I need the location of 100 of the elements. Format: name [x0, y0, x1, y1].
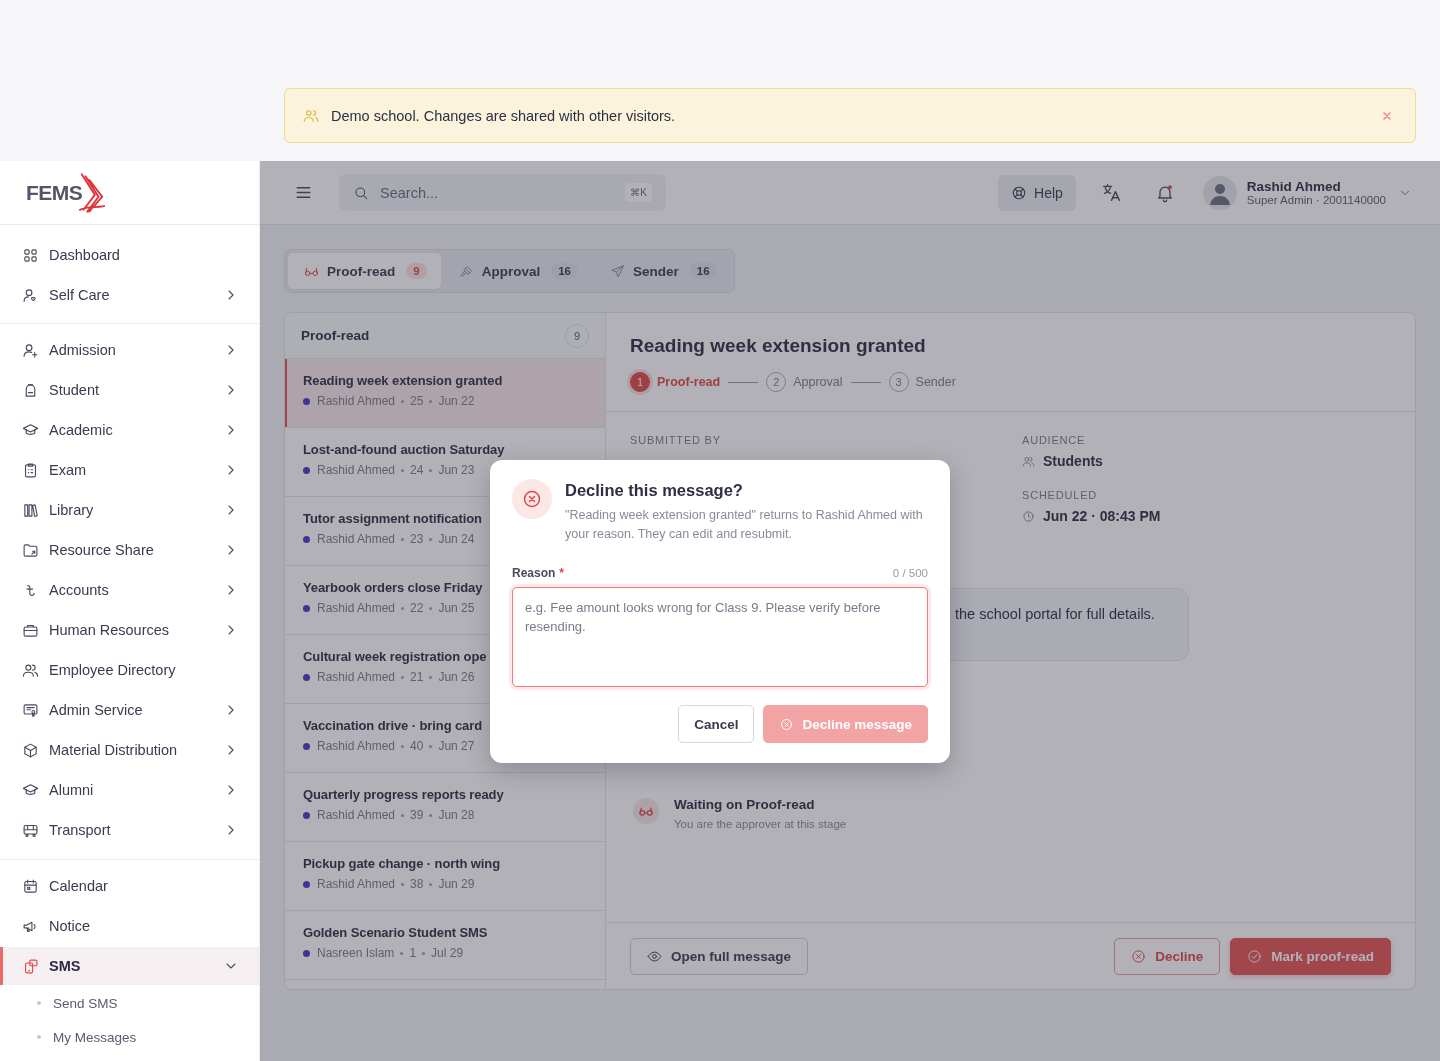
open-message-button[interactable]: Open full message	[630, 937, 809, 975]
check-circle-icon	[1247, 948, 1263, 964]
message-title: Reading week extension granted	[630, 335, 927, 357]
nav-item[interactable]: Admission	[0, 330, 259, 370]
send-icon	[610, 263, 625, 279]
nav-item[interactable]: Material Distribution	[0, 730, 259, 770]
status-dot	[303, 466, 310, 474]
status-dot	[303, 742, 310, 750]
message-title: Cultural week registration ope	[303, 649, 487, 664]
status-dot	[303, 880, 310, 888]
status-dot	[303, 673, 310, 681]
nav-subitem[interactable]: My Messages	[0, 1020, 259, 1054]
nav-item[interactable]: Self Care	[0, 275, 259, 315]
message-author: Rashid Ahmed	[317, 463, 396, 477]
people-icon	[1022, 454, 1035, 468]
books-icon	[22, 501, 39, 519]
shortcut-key: ⌘K	[625, 183, 652, 202]
logo-text: FEMS	[26, 180, 83, 205]
message-title: Yearbook orders close Friday	[303, 580, 483, 595]
help-button[interactable]: Help	[998, 174, 1076, 211]
calendar-icon	[22, 877, 39, 895]
recipient-count: 1	[409, 946, 417, 960]
tab[interactable]: Proof-read 9	[288, 253, 441, 289]
message-date: Jun 22	[438, 394, 475, 408]
folder-icon	[22, 541, 39, 559]
message-date: Jun 23	[438, 463, 475, 477]
message-author: Rashid Ahmed	[317, 394, 396, 408]
message-date: Jun 24	[438, 532, 475, 546]
clock-icon	[1022, 509, 1035, 523]
status-dot	[303, 397, 310, 405]
field-label: SCHEDULED	[1022, 489, 1099, 501]
step-number: 1	[630, 372, 650, 392]
step-label: Proof-read	[657, 375, 721, 389]
message-author: Rashid Ahmed	[317, 670, 396, 684]
nav-item[interactable]: Student	[0, 370, 259, 410]
recipient-count: 38	[410, 877, 424, 891]
audience-value: Students	[1043, 453, 1103, 469]
message-title: Vaccination drive · bring card	[303, 718, 483, 733]
message-row[interactable]: Quarterly progress reports ready Rashid Ahmed 39 Jun 28	[285, 773, 605, 842]
nav-item[interactable]: Notice	[0, 906, 259, 946]
nav-item[interactable]: Calendar	[0, 866, 259, 906]
tab[interactable]: Approval 16	[442, 253, 592, 289]
message-author: Rashid Ahmed	[317, 808, 396, 822]
nav-item[interactable]: Academic	[0, 410, 259, 450]
message-author: Rashid Ahmed	[317, 739, 396, 753]
list-title: Proof-read	[301, 328, 370, 343]
message-date: Jun 25	[438, 601, 475, 615]
field-label: Reason *	[512, 566, 565, 580]
recipient-count: 25	[410, 394, 424, 408]
field-label: AUDIENCE	[1022, 434, 1087, 446]
message-row[interactable]: Golden Scenario Student SMS Nasreen Islam 1 Jul 29	[285, 911, 605, 980]
recipient-count: 23	[410, 532, 424, 546]
nav-item[interactable]: Human Resources	[0, 610, 259, 650]
glasses-icon	[632, 797, 660, 825]
recipient-count: 39	[410, 808, 424, 822]
scheduled-value: Jun 22 · 08:43 PM	[1043, 508, 1161, 524]
message-author: Rashid Ahmed	[317, 877, 396, 891]
banner-text: Demo school. Changes are shared with other visitors.	[331, 107, 677, 124]
message-text: the school portal for full details.	[955, 606, 1155, 622]
recipient-count: 21	[410, 670, 424, 684]
translate-icon[interactable]	[1100, 182, 1122, 203]
message-date: Jul 29	[431, 946, 464, 960]
nav-item[interactable]: Alumni	[0, 770, 259, 810]
gavel-icon	[458, 263, 474, 279]
nav-subitem[interactable]: Send SMS	[0, 986, 259, 1020]
phone-message-icon	[22, 957, 39, 975]
nav-item[interactable]: Dashboard	[0, 235, 259, 275]
status-subtitle: You are the approver at this stage	[674, 818, 847, 830]
avatar[interactable]	[1202, 175, 1237, 210]
nav-item[interactable]: SMS	[0, 947, 259, 985]
certificate-icon	[22, 701, 39, 719]
nav-item[interactable]: Accounts	[0, 570, 259, 610]
nav-item[interactable]: Exam	[0, 450, 259, 490]
search-icon	[353, 184, 369, 201]
message-title: Lost-and-found auction Saturday	[303, 442, 505, 457]
message-row[interactable]: Pickup gate change · north wing Rashid Ahmed 38 Jun 29	[285, 842, 605, 911]
message-date: Jun 27	[438, 739, 475, 753]
reason-field[interactable]: e.g. Fee amount looks wrong for Class 9. Please verify before resending.	[512, 587, 928, 687]
nav-item[interactable]: Admin Service	[0, 690, 259, 730]
status-dot	[303, 535, 310, 543]
nav-item[interactable]: Library	[0, 490, 259, 530]
message-title: Quarterly progress reports ready	[303, 787, 504, 802]
message-author: Rashid Ahmed	[317, 532, 396, 546]
recipient-count: 24	[410, 463, 424, 477]
message-row[interactable]: Reading week extension granted Rashid Ahmed 25 Jun 22	[285, 359, 605, 428]
recipient-count: 40	[410, 739, 424, 753]
status-dot	[303, 949, 310, 957]
message-title: Reading week extension granted	[303, 373, 503, 388]
nav-item[interactable]: Transport	[0, 810, 259, 850]
field-label: SUBMITTED BY	[630, 434, 722, 446]
message-title: Pickup gate change · north wing	[303, 856, 500, 871]
step-label: Sender	[915, 375, 956, 389]
nav-item[interactable]: Resource Share	[0, 530, 259, 570]
nav-item[interactable]: Employee Directory	[0, 650, 259, 690]
cancel-button[interactable]: Cancel	[678, 705, 755, 743]
x-circle-icon	[1131, 948, 1147, 964]
status-title: Waiting on Proof-read	[674, 797, 816, 812]
tab[interactable]: Sender 16	[594, 253, 731, 289]
user-role: Super Admin · 2001140000	[1246, 194, 1386, 206]
cube-icon	[22, 741, 39, 759]
